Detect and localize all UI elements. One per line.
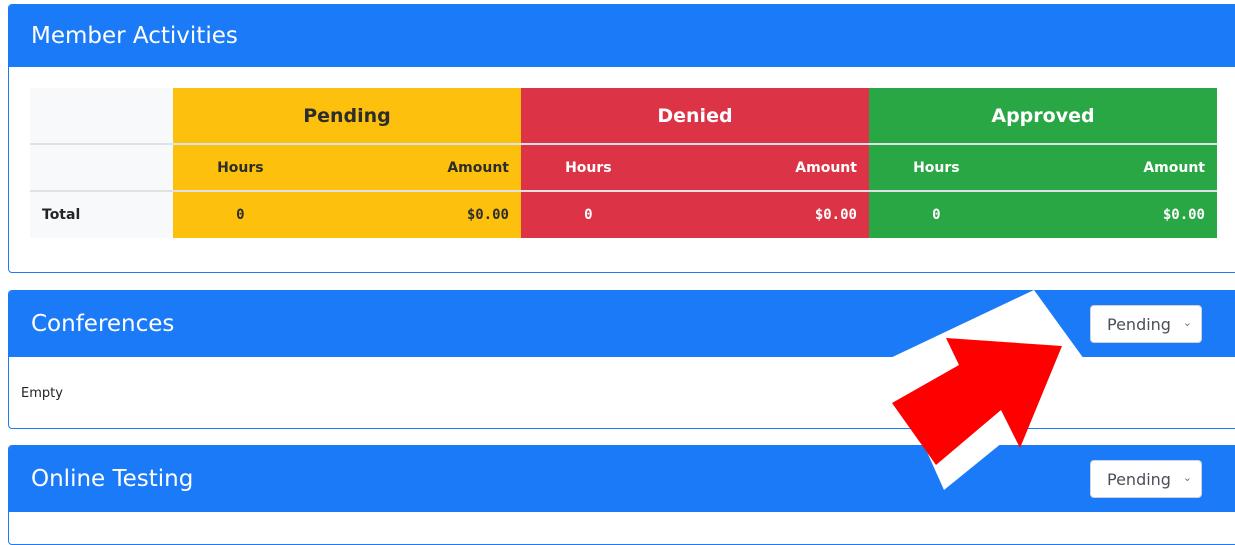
conferences-empty-text: Empty — [21, 386, 63, 401]
table-total-row: Total 0 $0.00 0 $0.00 0 $0.00 — [30, 190, 1217, 238]
denied-hours-value: 0 — [520, 190, 656, 238]
conferences-select-value: Pending — [1107, 314, 1171, 334]
empty-sub-cell — [30, 143, 173, 191]
online-testing-title: Online Testing — [31, 466, 194, 492]
pending-hours-header: Hours — [173, 143, 308, 191]
denied-amount-value: $0.00 — [655, 190, 869, 238]
conferences-title: Conferences — [31, 311, 175, 337]
activities-summary-table: Pending Denied Approved Hours Amount Hou… — [30, 88, 1217, 238]
online-testing-status-select[interactable]: Pending ⌄ — [1090, 460, 1202, 498]
pending-amount-value: $0.00 — [307, 190, 521, 238]
pending-amount-header: Amount — [307, 143, 521, 191]
conferences-card: Conferences Pending ⌄ Empty — [8, 290, 1235, 429]
approved-hours-value: 0 — [868, 190, 1004, 238]
conferences-header: Conferences Pending ⌄ — [9, 291, 1235, 357]
online-testing-select-value: Pending — [1107, 469, 1171, 489]
conferences-status-select[interactable]: Pending ⌄ — [1090, 305, 1202, 343]
member-activities-card: Member Activities Pending Denied Approve… — [8, 4, 1235, 273]
approved-amount-header: Amount — [1003, 143, 1217, 191]
pending-group-header: Pending — [173, 88, 521, 144]
pending-hours-value: 0 — [173, 190, 308, 238]
denied-group-header: Denied — [520, 88, 869, 144]
total-label: Total — [30, 190, 173, 238]
member-activities-header: Member Activities — [9, 5, 1235, 67]
chevron-down-icon: ⌄ — [1182, 316, 1192, 329]
chevron-down-icon: ⌄ — [1182, 471, 1192, 484]
approved-amount-value: $0.00 — [1003, 190, 1217, 238]
online-testing-card: Online Testing Pending ⌄ — [8, 445, 1235, 545]
approved-group-header: Approved — [868, 88, 1217, 144]
online-testing-header: Online Testing Pending ⌄ — [9, 446, 1235, 512]
approved-hours-header: Hours — [868, 143, 1004, 191]
denied-hours-header: Hours — [520, 143, 656, 191]
empty-corner-cell — [30, 88, 173, 144]
denied-amount-header: Amount — [655, 143, 869, 191]
table-subheader-row: Hours Amount Hours Amount Hours Amount — [30, 143, 1217, 191]
table-group-row: Pending Denied Approved — [30, 88, 1217, 144]
member-activities-title: Member Activities — [31, 23, 238, 49]
